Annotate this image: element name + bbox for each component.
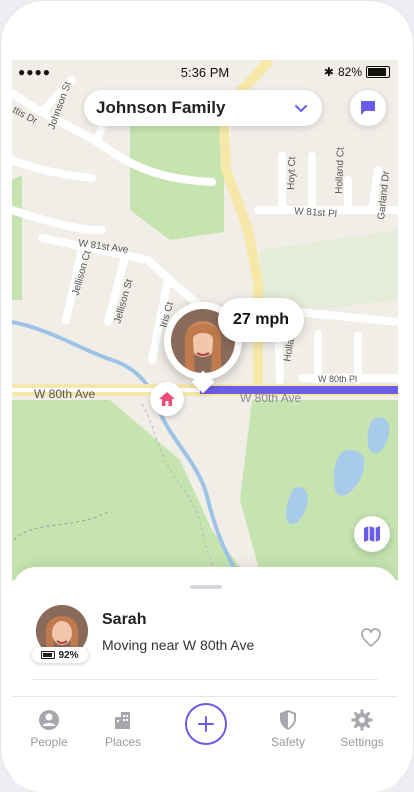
street-label-w80th-ave-2: W 80th Ave — [240, 391, 301, 405]
buildings-icon — [115, 712, 130, 729]
phone-frame: Johnson St ttis Dr W 81st Ave Jellison C… — [0, 0, 414, 792]
map-layers-button[interactable] — [354, 516, 390, 552]
tab-places[interactable]: Places — [88, 709, 158, 749]
tab-people-label: People — [30, 735, 68, 749]
member-status: Moving near W 80th Ave — [102, 637, 255, 653]
member-battery-label: 92% — [58, 649, 79, 661]
street-label-holland-ct: Holland Ct — [334, 147, 347, 194]
map-icon — [364, 526, 380, 542]
tab-bar: People Places Safety Settings — [12, 696, 398, 777]
status-bar: ●●●● 5:36 PM ✱ 82% — [12, 60, 398, 84]
street-label-w80th-ave: W 80th Ave — [34, 387, 95, 401]
tab-safety[interactable]: Safety — [253, 709, 323, 749]
chevron-down-icon — [295, 105, 307, 113]
battery-percent: 82% — [337, 65, 362, 79]
home-place-marker[interactable] — [150, 382, 184, 416]
home-icon — [159, 392, 175, 406]
app-screen: Johnson St ttis Dr W 81st Ave Jellison C… — [12, 60, 398, 792]
sheet-drag-handle[interactable] — [190, 585, 222, 589]
street-label-w80th-pl: W 80th Pl — [318, 374, 357, 384]
tab-people[interactable]: People — [14, 709, 84, 749]
tab-places-label: Places — [104, 735, 142, 749]
gear-icon — [351, 709, 373, 731]
tab-safety-label: Safety — [270, 735, 306, 749]
battery-icon — [41, 651, 56, 659]
family-name: Johnson Family — [96, 98, 226, 117]
divider — [32, 679, 378, 680]
member-battery-badge: 92% — [32, 647, 88, 663]
bluetooth-icon: ✱ — [323, 65, 334, 79]
shield-icon — [280, 710, 296, 730]
tab-settings[interactable]: Settings — [327, 709, 397, 749]
person-icon — [39, 710, 59, 730]
family-selector[interactable]: Johnson Family — [84, 90, 322, 126]
chat-icon — [361, 101, 375, 115]
map-view[interactable]: Johnson St ttis Dr W 81st Ave Jellison C… — [12, 60, 398, 582]
speed-bubble: 27 mph — [218, 298, 304, 342]
battery-icon — [366, 66, 390, 78]
member-name: Sarah — [102, 611, 147, 628]
status-right: ✱ 82% — [324, 65, 390, 79]
street-label-hoyt-ct: Hoyt Ct — [286, 156, 298, 190]
chat-button[interactable] — [350, 90, 386, 126]
member-row[interactable]: 92% Sarah Moving near W 80th Ave — [32, 605, 382, 677]
add-button[interactable] — [185, 703, 227, 745]
plus-icon — [198, 716, 214, 732]
tab-settings-label: Settings — [340, 735, 384, 749]
heart-icon[interactable] — [360, 627, 382, 649]
